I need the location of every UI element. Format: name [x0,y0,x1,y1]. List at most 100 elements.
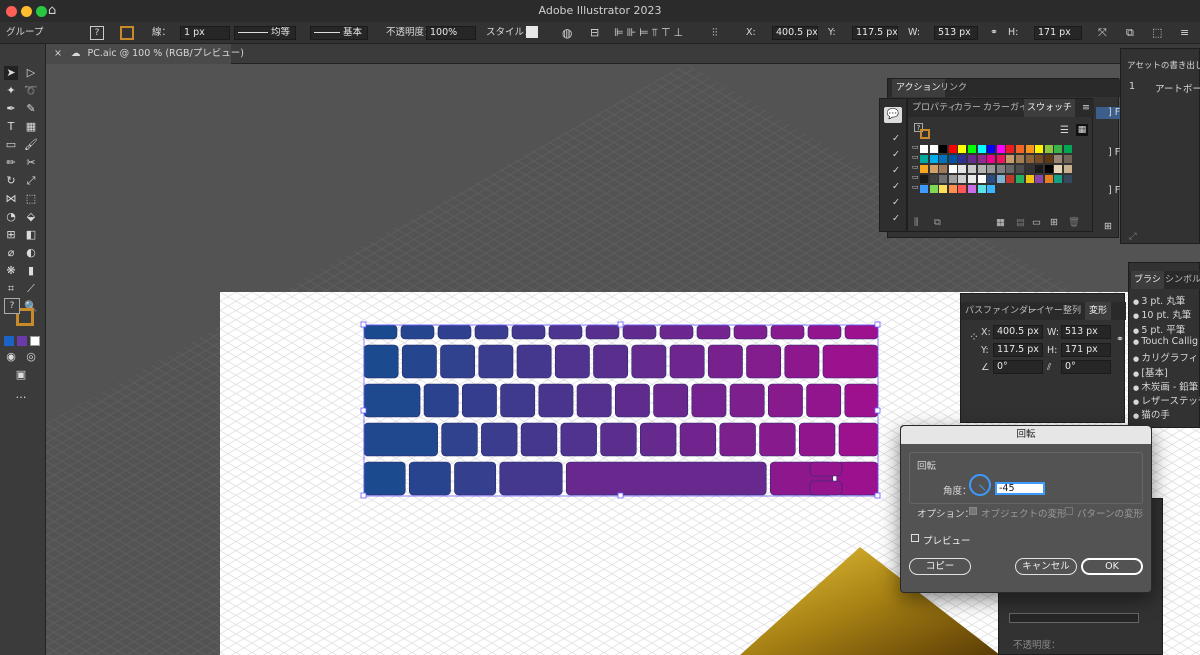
color-group-folder-icon[interactable]: ▭ [912,183,919,191]
color-swatch[interactable] [1054,175,1063,183]
magic-wand-tool-icon[interactable]: ✦ [4,84,18,98]
tab-color[interactable]: カラー [954,99,981,117]
gradient-mode-icon[interactable] [17,336,27,346]
color-group-folder-icon[interactable]: ▭ [912,153,919,161]
keyboard-key[interactable] [806,383,842,418]
keyboard-key[interactable] [576,383,612,418]
transform-icon[interactable]: ⤧ [1098,25,1107,41]
color-swatch[interactable] [1044,165,1053,173]
angle-input[interactable]: -45 [995,482,1045,495]
keyboard-key[interactable] [838,422,879,457]
swatch-grid[interactable]: ▭ ▭ ▭ ▭ ▭ [912,143,1088,205]
keyboard-key[interactable] [844,383,879,418]
color-swatch[interactable] [987,165,996,173]
keyboard-key[interactable] [719,422,756,457]
transform-pattern-checkbox[interactable] [1065,507,1073,515]
brush-item[interactable]: ● 10 pt. 丸筆 [1133,307,1191,321]
brush-item[interactable]: ● 3 pt. 丸筆 [1133,293,1185,307]
color-swatch[interactable] [958,165,967,173]
check-icon[interactable]: ✓ [892,213,900,224]
draw-normal-icon[interactable]: ◉ [4,350,18,364]
keyboard-key[interactable] [653,383,689,418]
keyboard-key[interactable] [461,383,497,418]
color-swatch[interactable] [958,185,967,193]
brush-definition-select[interactable]: 基本 [310,26,368,40]
color-swatch[interactable] [1044,155,1053,163]
transform-shear-field[interactable]: 0° [1061,360,1111,374]
color-swatch[interactable] [1006,175,1015,183]
color-swatch[interactable] [977,175,986,183]
color-swatch[interactable] [1054,165,1063,173]
color-swatch[interactable] [939,145,948,153]
new-action-icon[interactable]: ⊞ [1104,221,1112,232]
stroke-indicator-icon[interactable] [920,129,930,139]
brush-item[interactable]: ● レザーステッチ [1133,393,1200,407]
pen-tool-icon[interactable]: ✒ [4,102,18,116]
keyboard-key[interactable] [363,344,399,379]
color-swatch[interactable] [948,185,957,193]
keyboard-key[interactable] [733,324,768,340]
cancel-button[interactable]: キャンセル [1015,558,1077,575]
color-swatch[interactable] [1054,155,1063,163]
color-swatch[interactable] [987,145,996,153]
keyboard-key[interactable] [500,383,536,418]
keyboard-key[interactable] [844,324,879,340]
keyboard-key[interactable] [767,383,803,418]
delete-swatch-icon[interactable]: 🗑 [1068,217,1080,228]
color-swatch[interactable] [948,175,957,183]
color-swatch[interactable] [1025,175,1034,183]
keyboard-key[interactable] [807,324,842,340]
check-icon[interactable]: ✓ [892,181,900,192]
keyboard-key[interactable] [363,461,406,496]
brush-item[interactable]: ● 猫の手 [1133,407,1170,421]
brush-item[interactable]: ● カリグラフィ [1133,350,1198,364]
keyboard-key[interactable] [538,383,574,418]
angle-dial[interactable] [969,474,991,496]
keyboard-key[interactable] [798,422,836,457]
color-swatch[interactable] [987,155,996,163]
color-swatch[interactable] [1064,175,1072,183]
color-swatch[interactable] [939,185,948,193]
color-swatch[interactable] [929,165,938,173]
keyboard-key[interactable] [441,422,478,457]
keyboard-key[interactable] [836,461,879,496]
color-group-folder-icon[interactable]: ▭ [912,163,919,171]
brush-item[interactable]: ● 5 pt. 平筆 [1133,322,1185,336]
stroke-swatch[interactable] [120,26,134,40]
keyboard-key[interactable] [691,383,727,418]
keyboard-key[interactable] [669,344,705,379]
keyboard-key[interactable] [770,324,805,340]
distribute-icon[interactable]: ⫶⫶ [712,25,718,41]
color-mode-icon[interactable] [4,336,14,346]
eyedropper-tool-icon[interactable]: ⌀ [4,246,18,260]
y-field[interactable]: 117.5 px [852,26,898,40]
artboard-tool-icon[interactable]: ⌗ [4,282,18,296]
color-swatch[interactable] [929,155,938,163]
transform-y-field[interactable]: 117.5 px [993,343,1043,357]
color-swatch[interactable] [996,155,1005,163]
recolor-icon[interactable]: ◍ [562,25,572,41]
keyboard-key[interactable] [554,344,590,379]
brush-item[interactable]: ● Touch Callig [1133,336,1198,347]
brush-item[interactable]: ● 木炭画 - 鉛筆 [1133,379,1198,393]
keyboard-key[interactable] [400,324,435,340]
grid-view-icon[interactable]: ▦ [1076,124,1088,136]
color-swatch[interactable] [996,165,1005,173]
edit-toolbar-icon[interactable]: … [14,388,28,402]
color-swatch[interactable] [958,155,967,163]
keyboard-key[interactable] [423,383,459,418]
color-swatch[interactable] [1006,165,1015,173]
color-swatch[interactable] [1016,165,1024,173]
keyboard-key[interactable] [437,324,472,340]
graph-tool-icon[interactable]: ▮ [24,264,38,278]
color-swatch[interactable] [1025,165,1034,173]
keyboard-key[interactable] [474,324,509,340]
tab-brushes[interactable]: ブラシ [1131,271,1164,289]
w-field[interactable]: 513 px [934,26,978,40]
color-swatch[interactable] [948,145,957,153]
paintbrush-tool-icon[interactable]: 🖌 [24,138,38,152]
x-field[interactable]: 400.5 px [772,26,818,40]
color-swatch[interactable] [929,175,938,183]
color-swatch[interactable] [1064,145,1072,153]
live-paint-tool-icon[interactable]: ⬙ [24,210,38,224]
